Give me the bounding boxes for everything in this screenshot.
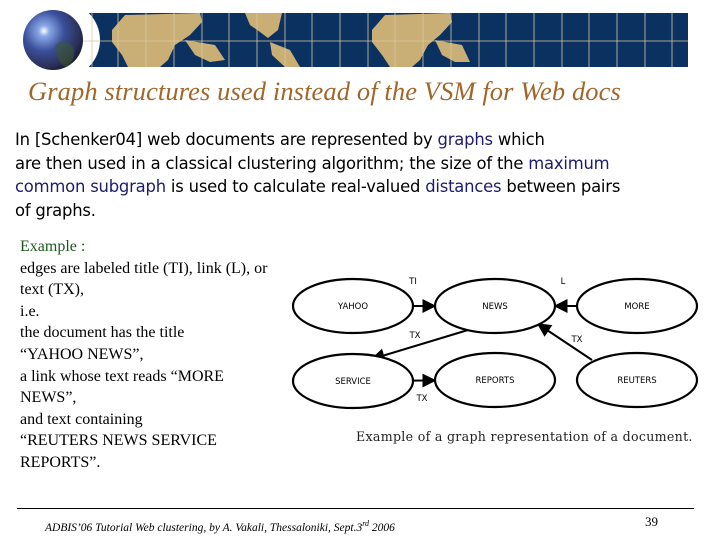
highlighted-term: maximum (528, 153, 610, 173)
edge-reuters-news (536, 323, 593, 361)
edge-label: L (561, 277, 566, 287)
node-reports: REPORTS (433, 351, 557, 409)
paragraph-text: is used to calculate real-valued (165, 177, 426, 196)
paragraph-text: In [Schenker04] web documents are repres… (15, 130, 438, 149)
edge-label: TX (570, 335, 582, 345)
node-label: NEWS (482, 302, 508, 312)
footer-divider (17, 508, 694, 509)
node-label: MORE (624, 302, 649, 312)
edge-label: TI (408, 277, 417, 287)
footer-sup: rd (362, 519, 370, 528)
node-label: YAHOO (337, 302, 368, 312)
example-text: Example : edges are labeled title (TI), … (20, 236, 320, 474)
footer-citation: ADBIS’06 Tutorial Web clustering, by A. … (45, 519, 395, 534)
paragraph-text: are then used in a classical clustering … (15, 153, 529, 173)
example-line: REPORTS”. (20, 453, 101, 471)
edge-label: TX (415, 394, 427, 404)
page-number: 39 (645, 514, 658, 529)
highlighted-term: distances (425, 177, 502, 196)
node-reuters: REUTERS (575, 351, 699, 409)
world-map-strip (24, 2, 688, 75)
node-more: MORE (575, 277, 699, 335)
globe-icon (23, 10, 83, 70)
example-line: edges are labeled title (TI), link (L), … (20, 259, 268, 277)
example-line: “YAHOO NEWS”, (20, 345, 144, 363)
header-banner (23, 2, 688, 75)
intro-paragraph: In [Schenker04] web documents are repres… (15, 128, 715, 222)
highlighted-term: graphs (437, 130, 494, 149)
node-service: SERVICE (291, 352, 415, 410)
example-lines: edges are labeled title (TI), link (L), … (20, 258, 320, 474)
paragraph-line: In [Schenker04] web documents are repres… (15, 128, 715, 152)
diagram-caption: Example of a graph representation of a d… (356, 429, 693, 444)
footer-main: ADBIS’06 Tutorial Web clustering, by A. … (45, 521, 363, 534)
footer-year: 2006 (369, 521, 395, 534)
node-yahoo: YAHOO (291, 277, 415, 335)
slide-title: Graph structures used instead of the VSM… (28, 76, 621, 106)
node-label: REUTERS (617, 376, 656, 386)
example-line: a link whose text reads “MORE (20, 367, 224, 385)
node-label: SERVICE (335, 377, 371, 387)
graph-diagram: YAHOO NEWS MORE SERVICE REPORTS REUTERS TI L TX… (291, 277, 699, 410)
edge-label: TX (408, 331, 420, 341)
paragraph-text: which (492, 130, 545, 149)
paragraph-line: are then used in a classical clustering … (15, 152, 715, 176)
paragraph-line: common subgraph is used to calculate rea… (15, 175, 715, 199)
example-line: the document has the title (20, 324, 185, 342)
example-line: “REUTERS NEWS SERVICE (20, 432, 217, 450)
highlighted-term: common subgraph (15, 177, 166, 196)
paragraph-line: of graphs. (15, 199, 715, 223)
example-line: NEWS”, (20, 389, 77, 407)
example-line: and text containing (20, 410, 143, 428)
example-line: text (TX), (20, 281, 84, 299)
node-news: NEWS (433, 277, 557, 335)
example-heading: Example : (20, 238, 86, 255)
paragraph-text: of graphs. (15, 200, 96, 220)
paragraph-text: between pairs (501, 177, 621, 196)
example-line: i.e. (20, 302, 40, 320)
node-label: REPORTS (476, 376, 515, 386)
